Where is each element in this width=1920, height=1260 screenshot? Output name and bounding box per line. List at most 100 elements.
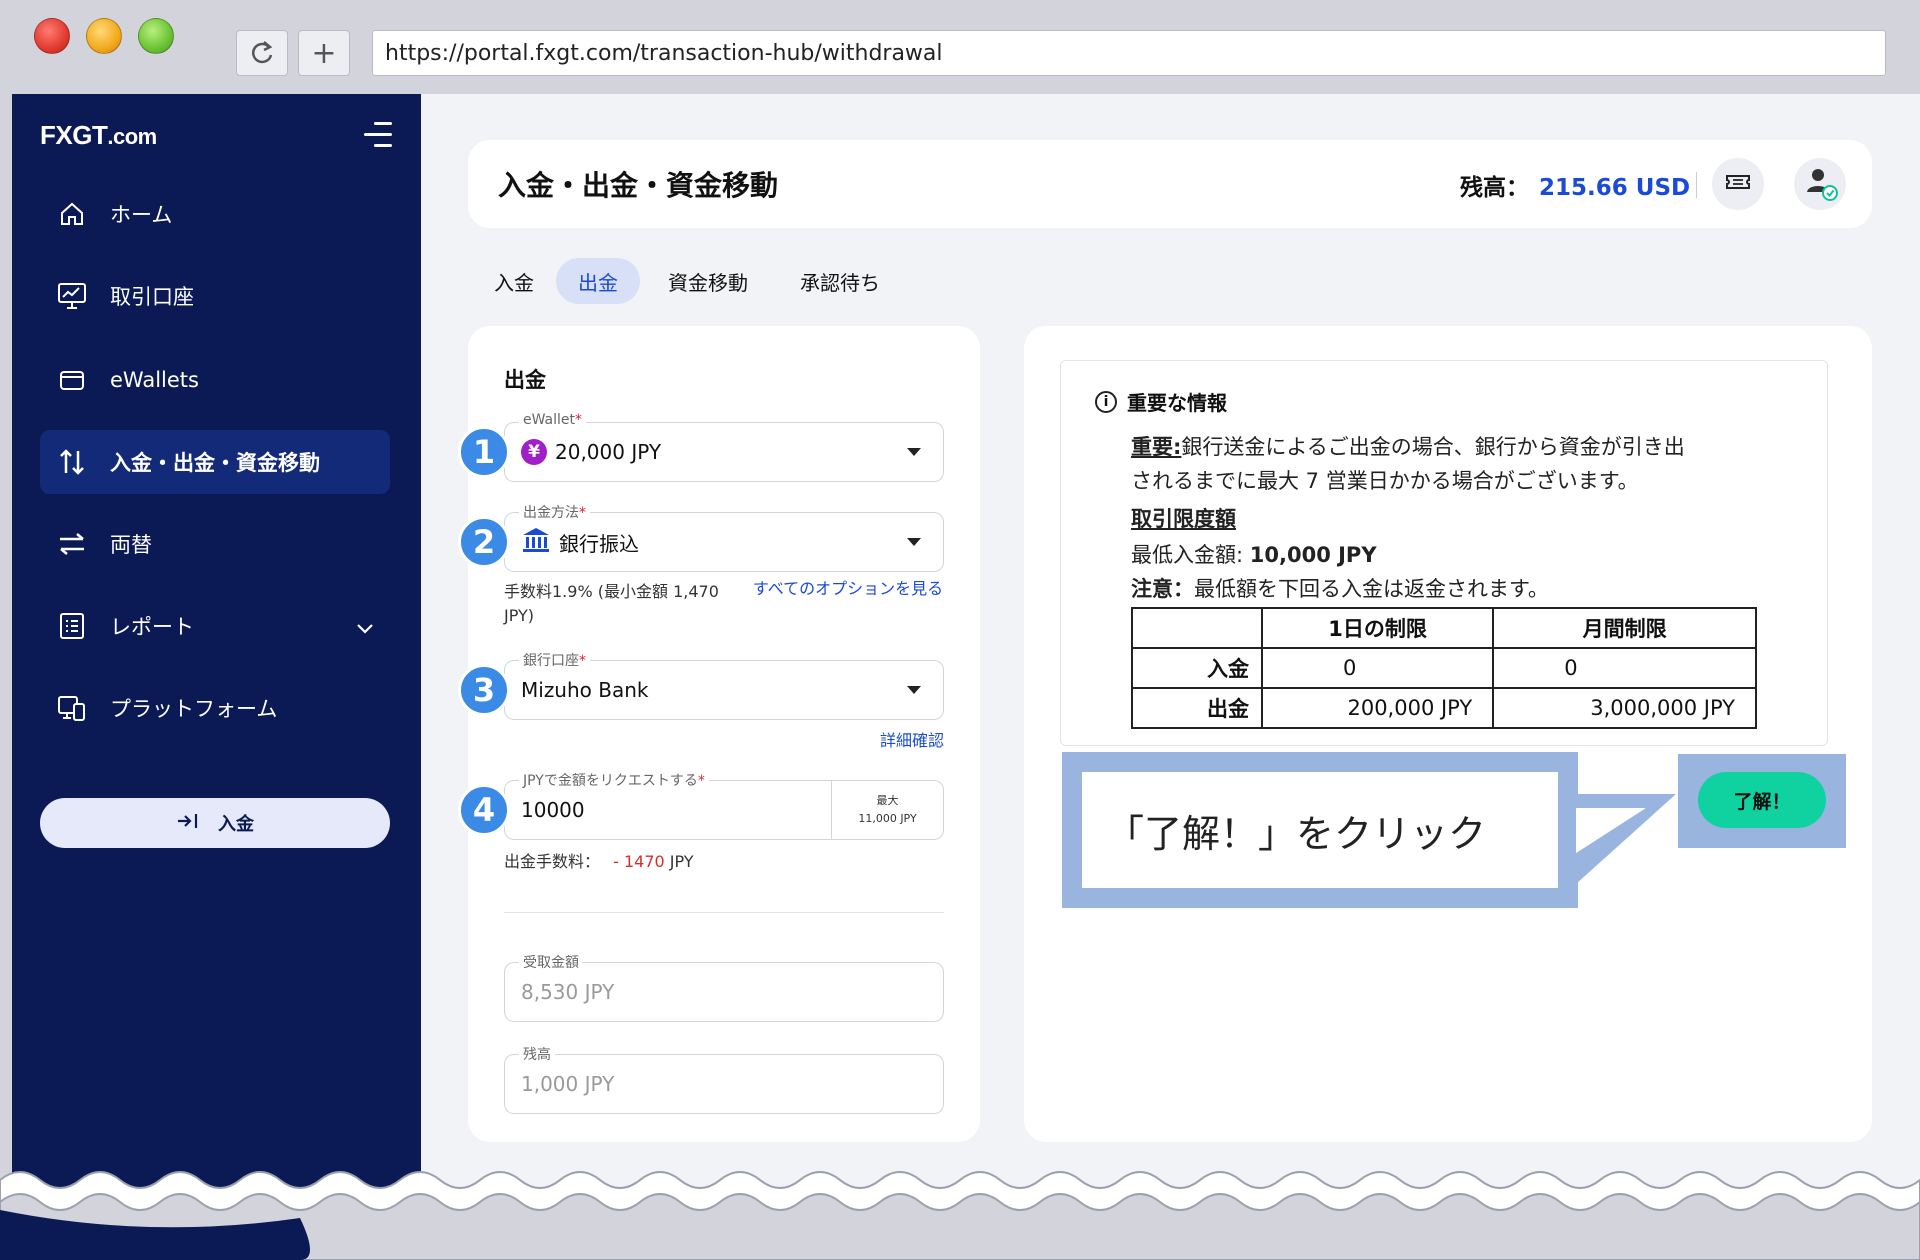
tab-fund-transfer[interactable]: 資金移動 <box>646 258 770 304</box>
withdrawal-form: 出金 eWallet* ¥ 20,000 JPY 1 出金方法* 銀行振込 2 … <box>458 326 980 1142</box>
table-header-row: 1日の制限 月間制限 <box>1131 607 1757 649</box>
chevron-down-icon[interactable] <box>356 616 374 640</box>
ticket-button[interactable] <box>1712 158 1764 210</box>
table-cell: 入金 <box>1131 647 1263 689</box>
amount-input[interactable]: JPYで金額をリクエストする* 10000 最大 11,000 JPY <box>504 770 944 840</box>
sidebar: FXGT.com ホーム 取引口座 eWallets 入金・出金・資金移動 両替… <box>12 94 421 1260</box>
form-title: 出金 <box>504 368 546 392</box>
info-panel: i 重要な情報 重要:銀行送金によるご出金の場合、銀行から資金が引き出 されるま… <box>1024 326 1872 1142</box>
limits-heading: 取引限度額 <box>1131 507 1236 531</box>
sidebar-item-label: プラットフォーム <box>110 697 278 721</box>
bank-value: Mizuho Bank <box>521 678 649 702</box>
max-value: 11,000 JPY <box>858 812 917 825</box>
sidebar-item-exchange[interactable]: 両替 <box>40 512 390 576</box>
withdraw-fee-unit: JPY <box>669 852 694 871</box>
close-window-button[interactable] <box>34 18 70 54</box>
important-text-2: されるまでに最大 7 営業日かかる場合がございます。 <box>1131 469 1639 493</box>
profile-button[interactable] <box>1794 158 1846 210</box>
page-viewport: FXGT.com ホーム 取引口座 eWallets 入金・出金・資金移動 両替… <box>12 94 1920 1260</box>
sidebar-item-label: 両替 <box>110 533 152 557</box>
table-cell: 出金 <box>1131 687 1263 729</box>
step-badge-4: 4 <box>458 784 510 836</box>
login-arrow-icon <box>176 811 200 836</box>
tab-deposit[interactable]: 入金 <box>472 258 556 304</box>
all-options-link[interactable]: すべてのオプションを見る <box>750 576 946 602</box>
reload-button[interactable] <box>236 30 288 76</box>
plus-icon: + <box>311 35 337 71</box>
withdraw-fee-line: 出金手数料： - 1470 JPY <box>504 850 694 874</box>
received-label: 受取金額 <box>519 952 583 972</box>
wallet-icon <box>56 364 88 396</box>
chart-monitor-icon <box>56 280 88 312</box>
step-badge-2: 2 <box>458 516 510 568</box>
sidebar-item-label: 入金・出金・資金移動 <box>110 451 320 475</box>
sidebar-item-transaction-hub[interactable]: 入金・出金・資金移動 <box>40 430 390 494</box>
table-cell: 0 <box>1492 647 1757 689</box>
maximize-window-button[interactable] <box>138 18 174 54</box>
step-badge-1: 1 <box>458 426 510 478</box>
received-value: 8,530 JPY <box>521 980 615 1004</box>
bank-label: 銀行口座 <box>523 653 579 669</box>
sidebar-item-label: 取引口座 <box>110 285 194 309</box>
sidebar-item-ewallets[interactable]: eWallets <box>40 348 390 412</box>
fxgt-logo[interactable]: FXGT.com <box>40 120 157 151</box>
reload-icon <box>251 41 273 64</box>
window-controls <box>34 18 174 54</box>
ticket-icon <box>1725 172 1751 196</box>
address-bar[interactable]: https://portal.fxgt.com/transaction-hub/… <box>372 30 1886 76</box>
withdraw-fee-value: - 1470 <box>613 852 665 871</box>
header-divider <box>1696 172 1697 198</box>
yen-icon: ¥ <box>521 439 547 465</box>
table-cell: 3,000,000 JPY <box>1492 687 1757 729</box>
torn-edge-decoration <box>0 1171 1920 1260</box>
max-label: 最大 <box>876 794 899 808</box>
bank-account-select[interactable]: 銀行口座* Mizuho Bank <box>504 650 944 720</box>
sidebar-item-trading-accounts[interactable]: 取引口座 <box>40 264 390 328</box>
remaining-balance-field: 残高 1,000 JPY <box>504 1044 944 1114</box>
balance-value: 215.66 USD <box>1539 175 1691 201</box>
limits-table: 1日の制限 月間制限 入金 0 0 出金 200,000 JPY 3,000,0… <box>1131 607 1757 729</box>
caret-down-icon <box>907 538 921 546</box>
home-icon <box>56 198 88 230</box>
fee-note: 手数料1.9% (最小金額 1,470 JPY) <box>504 582 719 625</box>
sidebar-item-label: レポート <box>110 615 194 639</box>
balance-display: 残高： 215.66 USD <box>1460 168 1690 202</box>
withdrawal-method-select[interactable]: 出金方法* 銀行振込 <box>504 502 944 572</box>
info-icon: i <box>1095 390 1117 413</box>
sidebar-item-label: eWallets <box>110 368 199 392</box>
important-note-line1: 重要:銀行送金によるご出金の場合、銀行から資金が引き出 <box>1131 431 1685 464</box>
remaining-label: 残高 <box>519 1044 555 1064</box>
tab-withdrawal[interactable]: 出金 <box>556 258 640 304</box>
amount-label: JPYで金額をリクエストする <box>523 773 698 789</box>
note-label: 注意： <box>1131 577 1194 601</box>
transfer-arrows-icon <box>56 446 88 478</box>
sidebar-deposit-button[interactable]: 入金 <box>40 798 390 848</box>
sidebar-item-platforms[interactable]: プラットフォーム <box>40 676 390 740</box>
ok-button[interactable]: 了解！ <box>1698 772 1826 828</box>
sidebar-item-home[interactable]: ホーム <box>40 182 390 246</box>
details-link[interactable]: 詳細確認 <box>844 728 944 754</box>
info-heading: 重要な情報 <box>1127 391 1227 415</box>
caret-down-icon <box>907 448 921 456</box>
menu-toggle-icon[interactable] <box>364 122 392 155</box>
important-info-box: i 重要な情報 重要:銀行送金によるご出金の場合、銀行から資金が引き出 されるま… <box>1060 360 1828 746</box>
form-divider <box>504 912 944 913</box>
amount-value: 10000 <box>521 798 585 822</box>
exchange-icon <box>56 528 88 560</box>
method-label: 出金方法 <box>523 505 579 521</box>
table-header <box>1131 607 1263 649</box>
sidebar-item-label: ホーム <box>110 203 173 227</box>
ewallet-select[interactable]: eWallet* ¥ 20,000 JPY <box>504 412 944 482</box>
logo-suffix: .com <box>107 124 157 149</box>
new-tab-button[interactable]: + <box>298 30 350 76</box>
note-text: 最低額を下回る入金は返金されます。 <box>1194 577 1549 601</box>
bank-building-icon <box>521 526 551 559</box>
table-cell: 0 <box>1260 647 1495 689</box>
browser-window: + https://portal.fxgt.com/transaction-hu… <box>0 0 1920 1260</box>
user-verified-icon <box>1800 162 1840 206</box>
min-value: 10,000 JPY <box>1249 543 1377 567</box>
minimize-window-button[interactable] <box>86 18 122 54</box>
sidebar-item-reports[interactable]: レポート <box>40 594 390 658</box>
tab-pending-approval[interactable]: 承認待ち <box>778 258 902 304</box>
max-amount-box: 最大 11,000 JPY <box>831 781 943 839</box>
